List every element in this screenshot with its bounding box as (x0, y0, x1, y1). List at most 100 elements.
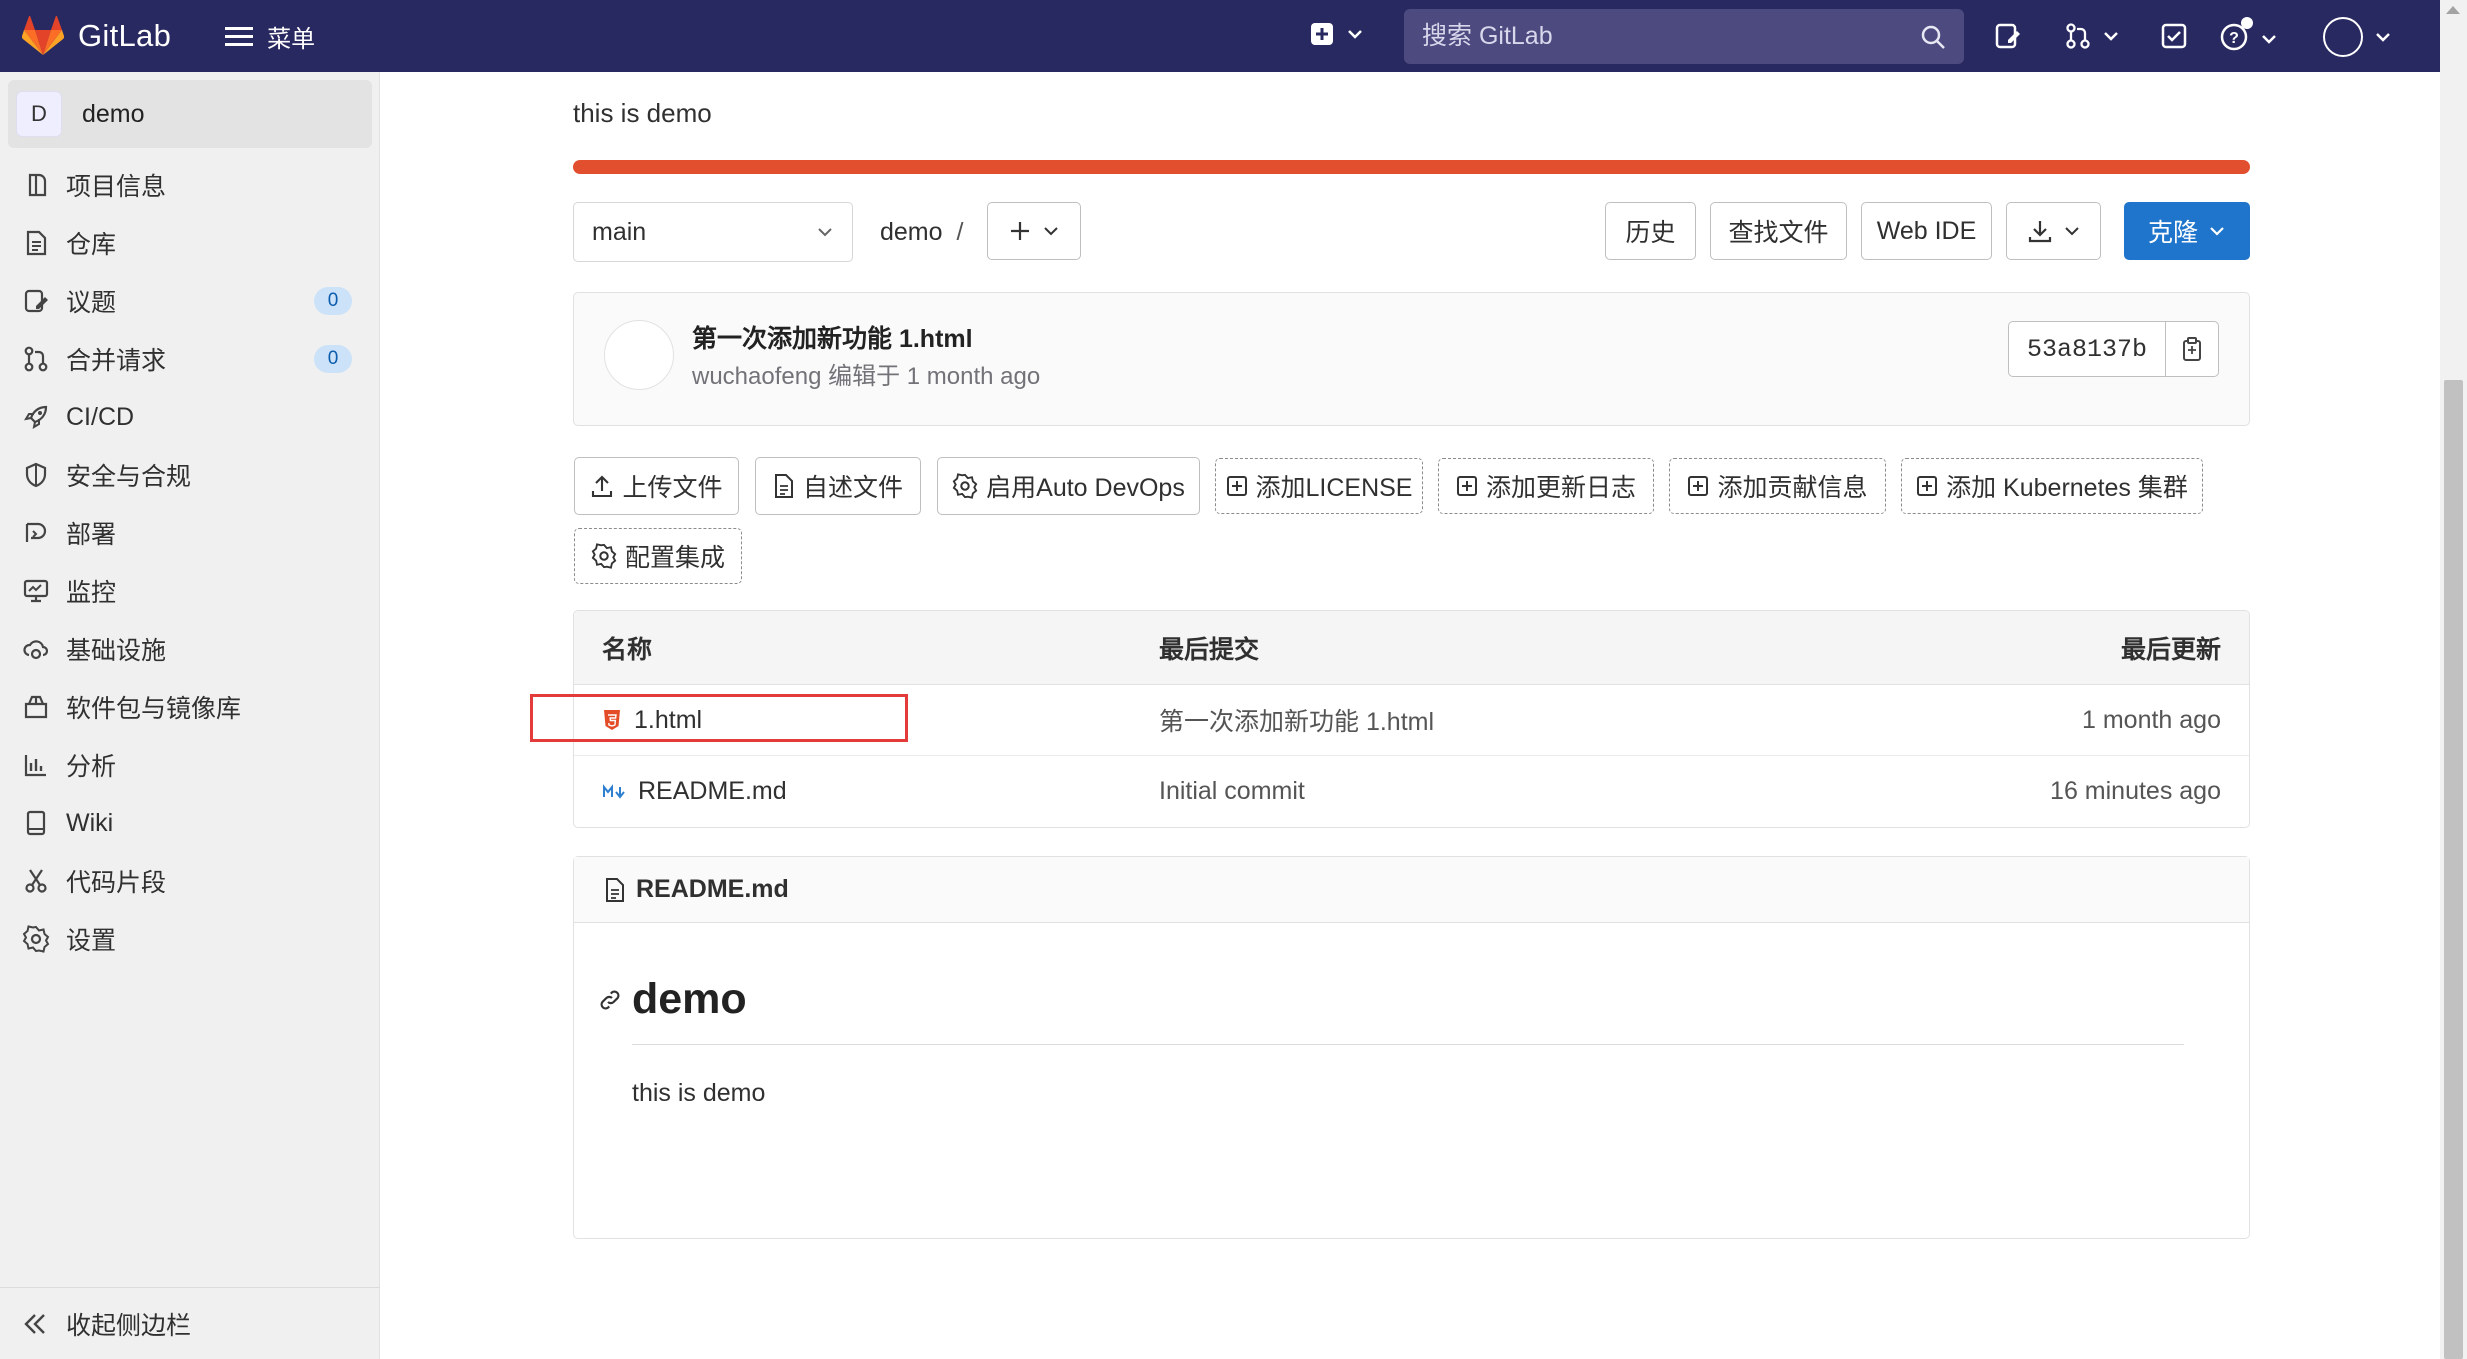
merge-request-icon (24, 346, 48, 372)
readme-file-button[interactable]: 自述文件 (755, 457, 921, 515)
sidebar-project-link[interactable]: D demo (8, 80, 372, 148)
settings-icon (22, 925, 50, 953)
issues-count-badge: 0 (314, 287, 352, 315)
sidebar-item-label: 议题 (66, 289, 117, 317)
issues-icon (24, 289, 48, 313)
sidebar-item-settings[interactable]: 设置 (0, 910, 380, 968)
file-link[interactable]: README.md (638, 777, 787, 806)
sidebar-item-label: CI/CD (66, 402, 135, 431)
todos-nav-button[interactable] (2160, 22, 2188, 50)
link-icon[interactable] (598, 988, 622, 1012)
readme-body: this is demo (632, 1079, 766, 1107)
add-contributing-button[interactable]: 添加贡献信息 (1669, 458, 1886, 514)
scrollbar-thumb[interactable] (2444, 380, 2463, 1359)
gitlab-home-link[interactable]: GitLab (22, 16, 171, 56)
sidebar-item-label: 项目信息 (66, 173, 167, 201)
sidebar-item-security[interactable]: 安全与合规 (0, 446, 380, 504)
sidebar-item-label: 设置 (66, 927, 117, 955)
collapse-sidebar-button[interactable]: 收起侧边栏 (0, 1287, 380, 1359)
web-ide-label: Web IDE (1876, 216, 1977, 245)
issues-nav-button[interactable] (1994, 22, 2022, 50)
upload-icon (592, 475, 613, 498)
project-name: demo (82, 99, 145, 128)
configure-integrations-label: 配置集成 (624, 544, 725, 572)
web-ide-button[interactable]: Web IDE (1861, 202, 1992, 260)
branch-name: main (592, 217, 647, 246)
book-icon (26, 810, 46, 836)
search-box[interactable] (1404, 9, 1964, 64)
sidebar-item-snippets[interactable]: 代码片段 (0, 852, 380, 910)
download-icon (2028, 221, 2051, 243)
user-menu-button[interactable] (2322, 16, 2392, 58)
clone-button[interactable]: 克隆 (2124, 202, 2250, 260)
sidebar-item-wiki[interactable]: Wiki (0, 794, 380, 852)
sidebar-item-analytics[interactable]: 分析 (0, 736, 380, 794)
sidebar-item-issues[interactable]: 议题 0 (0, 272, 380, 330)
sidebar-item-deployments[interactable]: 部署 (0, 504, 380, 562)
sidebar-item-label: 仓库 (66, 231, 117, 259)
sidebar-item-merge-requests[interactable]: 合并请求 0 (0, 330, 380, 388)
chart-icon (24, 755, 46, 777)
sidebar-item-label: 部署 (66, 521, 117, 549)
sidebar-item-repository[interactable]: 仓库 (0, 214, 380, 272)
main-menu-button[interactable]: 菜单 (225, 19, 315, 54)
help-icon: ? (2220, 17, 2253, 51)
merge-requests-count-badge: 0 (314, 345, 352, 373)
help-nav-button[interactable]: ? (2220, 16, 2278, 52)
add-license-label: 添加LICENSE (1255, 474, 1413, 502)
find-file-button[interactable]: 查找文件 (1710, 202, 1847, 260)
branch-selector[interactable]: main (573, 202, 853, 262)
column-header-last-update: 最后更新 (2120, 635, 2221, 664)
file-tree-header: 名称 最后提交 最后更新 (574, 611, 2249, 685)
copy-sha-button[interactable] (2166, 322, 2218, 376)
package-icon (24, 695, 48, 719)
sidebar-item-label: Wiki (66, 808, 114, 837)
last-commit-panel: 第一次添加新功能 1.html wuchaofeng 编辑于 1 month a… (573, 292, 2250, 426)
project-description: this is demo (573, 98, 712, 128)
sidebar-item-label: 基础设施 (66, 637, 167, 665)
sidebar-item-project-info[interactable]: 项目信息 (0, 156, 380, 214)
commit-sha-link[interactable]: 53a8137b (2009, 322, 2166, 376)
merge-requests-nav-button[interactable] (2064, 22, 2120, 50)
scroll-up-arrow-icon[interactable] (2446, 6, 2460, 14)
search-icon[interactable] (1920, 24, 1946, 50)
brand-name: GitLab (78, 18, 172, 53)
upload-file-button[interactable]: 上传文件 (574, 457, 739, 515)
add-to-tree-button[interactable] (987, 202, 1081, 260)
add-license-button[interactable]: 添加LICENSE (1215, 458, 1423, 514)
main-content: this is demo main demo / 历史 查找文件 Web IDE … (381, 72, 2440, 1359)
page-scrollbar[interactable] (2440, 0, 2467, 1359)
history-button[interactable]: 历史 (1605, 202, 1696, 260)
download-dropdown-button[interactable] (2006, 202, 2101, 260)
collapse-sidebar-label: 收起侧边栏 (66, 1311, 192, 1340)
copy-icon (2183, 337, 2201, 361)
markdown-icon (603, 783, 625, 799)
sidebar-item-infrastructure[interactable]: 基础设施 (0, 620, 380, 678)
commit-title-link[interactable]: 第一次添加新功能 1.html (692, 319, 973, 355)
breadcrumb-project-link[interactable]: demo (880, 218, 943, 246)
chevron-down-icon (1044, 227, 1058, 236)
table-row[interactable]: README.md Initial commit 16 minutes ago (574, 756, 2249, 827)
add-changelog-label: 添加更新日志 (1485, 474, 1636, 502)
deploy-icon (25, 522, 47, 542)
settings-icon (591, 543, 617, 569)
readme-divider (632, 1044, 2184, 1045)
enable-auto-devops-button[interactable]: 启用Auto DevOps (937, 457, 1200, 515)
double-chevron-left-icon (24, 1313, 45, 1334)
search-input[interactable] (1422, 22, 1920, 51)
readme-heading: demo (598, 975, 747, 1024)
add-changelog-button[interactable]: 添加更新日志 (1438, 458, 1654, 514)
sidebar-item-cicd[interactable]: CI/CD (0, 388, 380, 446)
new-dropdown-button[interactable] (1310, 22, 1364, 46)
add-kubernetes-cluster-button[interactable]: 添加 Kubernetes 集群 (1901, 458, 2203, 514)
commit-author-avatar[interactable] (604, 320, 674, 390)
snippet-icon (25, 869, 47, 893)
row-commit-link[interactable]: Initial commit (1159, 756, 1305, 827)
sidebar-item-monitor[interactable]: 监控 (0, 562, 380, 620)
configure-integrations-button[interactable]: 配置集成 (574, 528, 742, 584)
row-commit-link[interactable]: 第一次添加新功能 1.html (1159, 685, 1434, 755)
sidebar-item-label: 代码片段 (66, 869, 167, 897)
sidebar-item-packages[interactable]: 软件包与镜像库 (0, 678, 380, 736)
project-avatar: D (16, 91, 62, 137)
plus-square-icon (1226, 476, 1247, 496)
